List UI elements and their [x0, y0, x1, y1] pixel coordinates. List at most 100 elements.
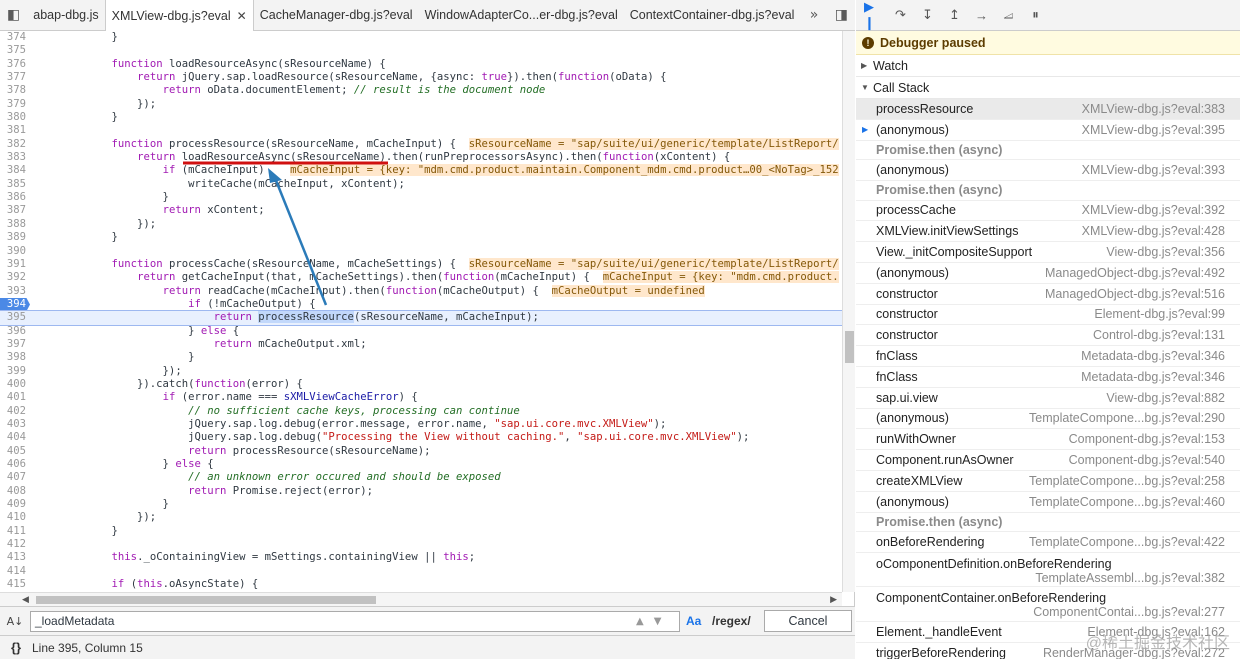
line-number[interactable]: 374: [0, 31, 30, 44]
code-line[interactable]: 405 return processResource(sResourceName…: [0, 445, 842, 458]
code-line[interactable]: 389 }: [0, 231, 842, 244]
frame-location[interactable]: Control-dbg.js?eval:131: [1093, 328, 1225, 342]
line-number[interactable]: 391: [0, 258, 30, 271]
code-line[interactable]: 398 }: [0, 351, 842, 364]
code-line[interactable]: 413 this._oContainingView = mSettings.co…: [0, 551, 842, 564]
code-line[interactable]: 386 }: [0, 191, 842, 204]
code-line[interactable]: 376 function loadResourceAsync(sResource…: [0, 58, 842, 71]
toggle-debugger-button[interactable]: ◨: [828, 0, 855, 30]
code-line[interactable]: 377 return jQuery.sap.loadResource(sReso…: [0, 71, 842, 84]
scrollbar-thumb[interactable]: [36, 596, 376, 604]
code-line[interactable]: 414: [0, 565, 842, 578]
line-number[interactable]: 398: [0, 351, 30, 364]
horizontal-scrollbar[interactable]: ◀ ▶: [0, 592, 842, 606]
call-frame[interactable]: fnClass Metadata-dbg.js?eval:346: [856, 346, 1240, 367]
call-frame[interactable]: processResource XMLView-dbg.js?eval:383: [856, 99, 1240, 120]
line-number[interactable]: 388: [0, 218, 30, 231]
code-line[interactable]: 390: [0, 245, 842, 258]
frame-location[interactable]: Element-dbg.js?eval:99: [1094, 307, 1225, 321]
step-icon[interactable]: →: [972, 6, 991, 25]
call-frame[interactable]: (anonymous) TemplateCompone...bg.js?eval:…: [856, 409, 1240, 430]
line-number[interactable]: 381: [0, 124, 30, 137]
search-input[interactable]: _loadMetadata: [30, 610, 680, 632]
frame-location[interactable]: ComponentContai...bg.js?eval:277: [1033, 605, 1225, 619]
frame-location[interactable]: Component-dbg.js?eval:153: [1069, 432, 1225, 446]
frame-location[interactable]: XMLView-dbg.js?eval:393: [1082, 163, 1225, 177]
code-line[interactable]: 407 // an unknown error occured and shou…: [0, 471, 842, 484]
code-line[interactable]: 400 }).catch(function(error) {: [0, 378, 842, 391]
line-number[interactable]: 414: [0, 565, 30, 578]
code-line[interactable]: 399 });: [0, 365, 842, 378]
line-number[interactable]: 376: [0, 58, 30, 71]
step-into-icon[interactable]: ↧: [918, 6, 937, 25]
code-line[interactable]: 401 if (error.name === sXMLViewCacheErro…: [0, 391, 842, 404]
tab-abap-dbg[interactable]: abap-dbg.js: [27, 0, 104, 30]
call-frame[interactable]: fnClass Metadata-dbg.js?eval:346: [856, 367, 1240, 388]
code-area[interactable]: 374 } 375 376 function loadResourceAsync(s…: [0, 31, 842, 592]
call-frame[interactable]: sap.ui.view View-dbg.js?eval:882: [856, 388, 1240, 409]
tab-contextcontainer-dbg[interactable]: ContextContainer-dbg.js?eval: [624, 0, 801, 30]
code-line[interactable]: 410 });: [0, 511, 842, 524]
code-line[interactable]: 404 jQuery.sap.log.debug("Processing the…: [0, 431, 842, 444]
frame-location[interactable]: XMLView-dbg.js?eval:383: [1082, 102, 1225, 116]
line-number[interactable]: 413: [0, 551, 30, 564]
vertical-scrollbar[interactable]: [842, 31, 855, 592]
regex-toggle[interactable]: /regex/: [712, 614, 762, 628]
line-number[interactable]: 378: [0, 84, 30, 97]
scroll-right-icon[interactable]: ▶: [830, 593, 837, 607]
line-number[interactable]: 392: [0, 271, 30, 284]
line-number[interactable]: 379: [0, 98, 30, 111]
code-line[interactable]: 385 writeCache(mCacheInput, xContent);: [0, 178, 842, 191]
call-frame[interactable]: ▶ (anonymous) XMLView-dbg.js?eval:395: [856, 120, 1240, 141]
code-line[interactable]: 412: [0, 538, 842, 551]
code-line[interactable]: 382 function processResource(sResourceNa…: [0, 137, 842, 151]
line-number[interactable]: 405: [0, 445, 30, 458]
call-stack-section-header[interactable]: ▼ Call Stack: [856, 77, 1240, 99]
frame-location[interactable]: TemplateCompone...bg.js?eval:422: [1029, 535, 1225, 549]
frame-location[interactable]: Metadata-dbg.js?eval:346: [1081, 370, 1225, 384]
frame-location[interactable]: View-dbg.js?eval:882: [1106, 391, 1225, 405]
code-line[interactable]: 383 return loadResourceAsync(sResourceNa…: [0, 151, 842, 164]
code-line[interactable]: 378 return oData.documentElement; // res…: [0, 84, 842, 97]
code-line[interactable]: 409 }: [0, 498, 842, 511]
toggle-navigator-button[interactable]: ◧: [0, 0, 27, 30]
line-number[interactable]: 389: [0, 231, 30, 244]
line-number[interactable]: 383: [0, 151, 30, 164]
line-number[interactable]: 402: [0, 405, 30, 418]
search-next-icon[interactable]: ▼: [654, 616, 662, 627]
cancel-button[interactable]: Cancel: [764, 610, 852, 632]
line-number[interactable]: 384: [0, 164, 30, 177]
call-frame[interactable]: createXMLView TemplateCompone...bg.js?eva…: [856, 471, 1240, 492]
line-number[interactable]: 407: [0, 471, 30, 484]
line-number[interactable]: 394: [0, 297, 30, 312]
step-out-icon[interactable]: ↥: [945, 6, 964, 25]
code-line[interactable]: 406 } else {: [0, 458, 842, 471]
code-line[interactable]: 397 return mCacheOutput.xml;: [0, 338, 842, 351]
call-frame[interactable]: processCache XMLView-dbg.js?eval:392: [856, 201, 1240, 222]
line-number[interactable]: 386: [0, 191, 30, 204]
line-number[interactable]: 401: [0, 391, 30, 404]
line-number[interactable]: 410: [0, 511, 30, 524]
line-number[interactable]: 408: [0, 485, 30, 498]
code-line[interactable]: 384 if (mCacheInput) mCacheInput = {key:…: [0, 164, 842, 177]
code-line[interactable]: 411 }: [0, 525, 842, 538]
code-line[interactable]: 379 });: [0, 98, 842, 111]
line-number[interactable]: 399: [0, 365, 30, 378]
call-frame[interactable]: runWithOwner Component-dbg.js?eval:153: [856, 429, 1240, 451]
tab-windowadapter-dbg[interactable]: WindowAdapterCo...er-dbg.js?eval: [419, 0, 624, 30]
code-line[interactable]: 388 });: [0, 218, 842, 231]
resume-icon[interactable]: ▶​❙: [864, 0, 883, 30]
line-number[interactable]: 396: [0, 325, 30, 338]
code-line[interactable]: 396 } else {: [0, 325, 842, 338]
line-number[interactable]: 406: [0, 458, 30, 471]
line-number[interactable]: 411: [0, 525, 30, 538]
frame-location[interactable]: Metadata-dbg.js?eval:346: [1081, 349, 1225, 363]
line-number[interactable]: 404: [0, 431, 30, 444]
code-line[interactable]: 415 if (this.oAsyncState) {: [0, 578, 842, 591]
line-number[interactable]: 380: [0, 111, 30, 124]
step-over-icon[interactable]: ↷: [891, 6, 910, 25]
line-number[interactable]: 415: [0, 578, 30, 591]
scroll-left-icon[interactable]: ◀: [22, 593, 29, 607]
line-number[interactable]: 409: [0, 498, 30, 511]
frame-location[interactable]: View-dbg.js?eval:356: [1106, 245, 1225, 259]
